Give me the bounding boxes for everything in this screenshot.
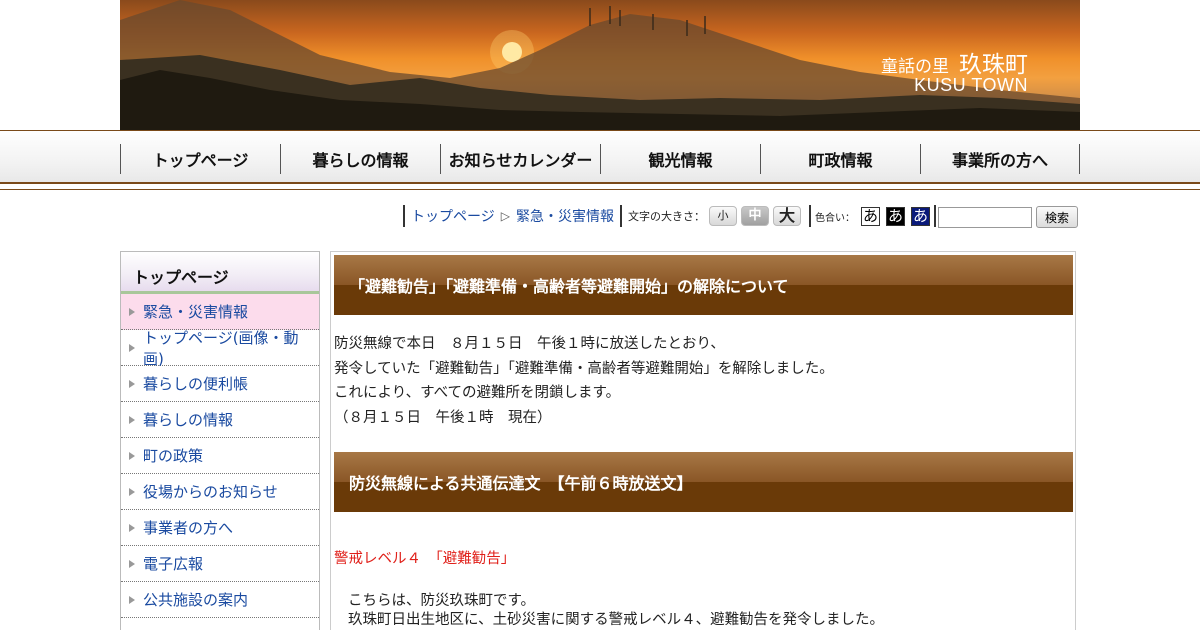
nav-item-tourism[interactable]: 観光情報 [600,144,760,174]
search-input[interactable] [938,206,1032,228]
warning-level-text: 警戒レベル４ 「避難勧告」 [334,551,516,567]
sidebar-title: トップページ [121,252,319,294]
nav-item-living[interactable]: 暮らしの情報 [280,144,440,174]
sidebar-item-living[interactable]: 暮らしの情報 [121,402,319,438]
arrow-right-icon [129,523,135,532]
banner-title: 童話の里 玖珠町 [881,45,1028,79]
sidebar-item-label: トップページ(画像・動画) [143,328,299,368]
sidebar-item-label: 緊急・災害情報 [143,303,249,321]
color-scheme-black-button[interactable]: あ [885,206,905,226]
sidebar-item-label: 電子広報 [143,555,204,573]
sidebar-item-label: 公共施設の案内 [143,591,249,609]
font-size-switcher: 文字の大きさ： 小 中 大 [619,205,801,227]
article-body-evacuation-lifted: 防災無線で本日 ８月１５日 午後１時に放送したとおり、 発令していた「避難勧告」… [334,332,834,430]
header-banner: 童話の里 玖珠町 KUSU TOWN [120,0,1080,130]
breadcrumb-separator-icon: ▷ [500,209,510,223]
color-scheme-switcher: 色合い： あ あ あ [808,205,936,227]
body-line: 防災無線で本日 ８月１５日 午後１時に放送したとおり、 [334,336,725,352]
body-line: こちらは、防災玖珠町です。 [348,593,536,609]
nav-item-calendar[interactable]: お知らせカレンダー [440,144,600,174]
body-line: 玖珠町日出生地区に、土砂災害に関する警戒レベル４、避難勧告を発令しました。 [348,612,885,628]
sidebar-item-top-media[interactable]: トップページ(画像・動画) [121,328,319,368]
divider [933,205,936,227]
sidebar-item-policy[interactable]: 町の政策 [121,438,319,474]
arrow-right-icon [129,595,135,604]
font-size-label: 文字の大きさ： [627,210,705,223]
site-search: 検索 [938,206,1078,228]
global-navigation: トップページ 暮らしの情報 お知らせカレンダー 観光情報 町政情報 事業所の方へ [0,130,1200,190]
article-heading-evacuation-lifted: 「避難勧告」「避難準備・高齢者等避難開始」の解除について [334,255,1073,315]
breadcrumb-current-link[interactable]: 緊急・災害情報 [516,206,614,226]
sidebar-item-label: 役場からのお知らせ [143,483,278,501]
nav-item-government[interactable]: 町政情報 [760,144,920,174]
sidebar-item-label: 暮らしの便利帳 [143,375,249,393]
main-content: 「避難勧告」「避難準備・高齢者等避難開始」の解除について 防災無線で本日 ８月１… [330,251,1076,630]
sidebar-item-label: 町の政策 [143,447,204,465]
article-heading-broadcast: 防災無線による共通伝達文 【午前６時放送文】 [334,452,1073,512]
arrow-right-icon [129,451,135,460]
color-scheme-blue-button[interactable]: あ [910,206,930,226]
color-scheme-white-button[interactable]: あ [860,206,880,226]
font-size-large-button[interactable]: 大 [772,206,801,226]
arrow-right-icon [129,343,135,352]
banner-subtitle: 童話の里 [881,57,949,77]
sidebar: トップページ 緊急・災害情報 トップページ(画像・動画) 暮らしの便利帳 暮らし… [120,251,320,630]
sidebar-item-e-newsletter[interactable]: 電子広報 [121,546,319,582]
nav-item-top[interactable]: トップページ [120,144,280,174]
sidebar-item-label: 事業者の方へ [143,519,234,537]
sidebar-item-label: 暮らしの情報 [143,411,234,429]
color-scheme-label: 色合い： [814,212,855,224]
banner-town-name-en: KUSU TOWN [914,75,1028,95]
sidebar-item-notices[interactable]: 役場からのお知らせ [121,474,319,510]
sidebar-item-business[interactable]: 事業者の方へ [121,510,319,546]
arrow-right-icon [129,559,135,568]
arrow-right-icon [129,487,135,496]
search-button[interactable]: 検索 [1036,206,1078,228]
font-size-medium-button[interactable]: 中 [740,206,769,226]
body-line: （８月１５日 午後１時 現在） [334,409,552,426]
breadcrumb: トップページ ▷ 緊急・災害情報 [403,205,614,227]
arrow-right-icon [129,307,135,316]
article-body-broadcast: こちらは、防災玖珠町です。 玖珠町日出生地区に、土砂災害に関する警戒レベル４、避… [348,592,884,630]
font-size-small-button[interactable]: 小 [708,206,737,226]
arrow-right-icon [129,379,135,388]
arrow-right-icon [129,415,135,424]
nav-item-business[interactable]: 事業所の方へ [920,144,1080,174]
body-line: 発令していた「避難勧告」「避難準備・高齢者等避難開始」を解除しました。 [334,360,834,377]
body-line: これにより、すべての避難所を閉鎖します。 [334,385,621,401]
sidebar-item-facilities[interactable]: 公共施設の案内 [121,582,319,618]
utility-bar: トップページ ▷ 緊急・災害情報 文字の大きさ： 小 中 大 色合い： あ あ … [403,204,936,228]
sidebar-item-emergency[interactable]: 緊急・災害情報 [121,294,319,330]
breadcrumb-home-link[interactable]: トップページ [411,206,495,226]
sidebar-item-handbook[interactable]: 暮らしの便利帳 [121,366,319,402]
